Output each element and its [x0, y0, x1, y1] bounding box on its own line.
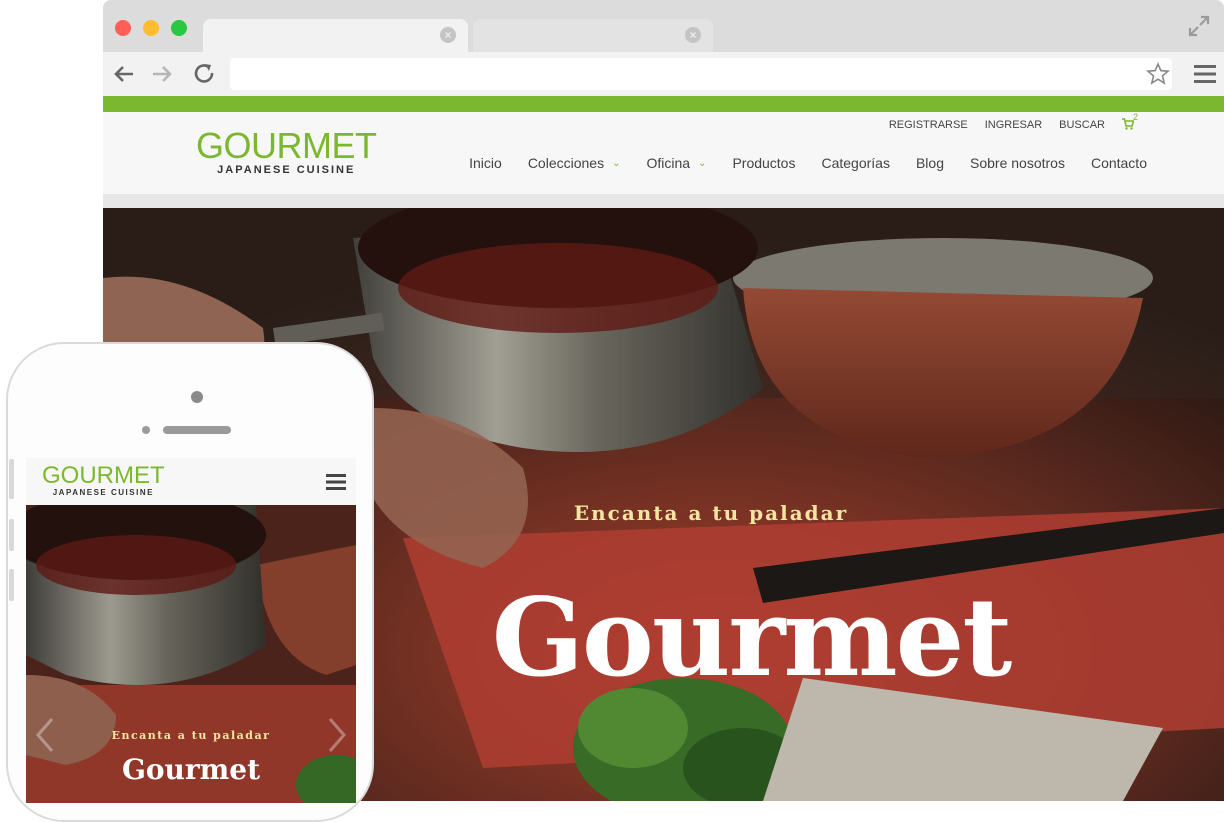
nav-item-blog[interactable]: Blog [916, 155, 944, 171]
phone-screen: GOURMET JAPANESE CUISINE Encanta a tu pa… [26, 458, 356, 803]
register-link[interactable]: REGISTRARSE [889, 119, 968, 131]
logo-text: GOURMET [196, 125, 377, 166]
site-top-accent-bar [103, 96, 1224, 112]
phone-speaker [163, 426, 231, 434]
logo-subtitle: JAPANESE CUISINE [217, 164, 356, 176]
nav-item-label: Contacto [1090, 155, 1147, 171]
close-window-button[interactable] [115, 20, 131, 36]
main-nav: Inicio Colecciones ⌄ Oficina ⌄ Productos C… [469, 155, 1147, 171]
nav-item-label: Colecciones [527, 155, 605, 171]
nav-item-colecciones[interactable]: Colecciones ⌄ [528, 155, 621, 171]
nav-item-categorias[interactable]: Categorías [821, 155, 889, 171]
tab-active[interactable]: × [203, 19, 468, 52]
phone-sensor [142, 426, 150, 434]
forward-arrow-icon[interactable] [149, 61, 175, 87]
browser-toolbar [103, 52, 1224, 96]
phone-side-button [9, 569, 14, 601]
tab-close-button[interactable]: × [685, 27, 701, 43]
browser-menu-icon[interactable] [1192, 62, 1218, 86]
mobile-logo-text: GOURMET [42, 462, 165, 489]
maximize-window-button[interactable] [171, 20, 187, 36]
nav-item-label: Categorías [821, 155, 890, 171]
tab-inactive[interactable]: × [473, 19, 713, 52]
nav-item-oficina[interactable]: Oficina ⌄ [646, 155, 706, 171]
cart-icon[interactable]: 2 [1122, 112, 1138, 132]
mobile-logo-subtitle: JAPANESE CUISINE [52, 488, 154, 497]
phone-side-button [9, 459, 14, 499]
nav-item-inicio[interactable]: Inicio [469, 155, 502, 171]
back-arrow-icon[interactable] [111, 61, 137, 87]
login-link[interactable]: INGRESAR [985, 119, 1042, 131]
address-bar[interactable] [230, 58, 1172, 90]
nav-item-label: Productos [732, 155, 796, 171]
phone-camera [191, 391, 203, 403]
nav-item-contacto[interactable]: Contacto [1091, 155, 1147, 171]
hamburger-icon[interactable] [326, 472, 346, 492]
nav-item-sobre-nosotros[interactable]: Sobre nosotros [970, 155, 1065, 171]
chevron-down-icon: ⌄ [612, 157, 621, 169]
tab-close-button[interactable]: × [440, 27, 456, 43]
phone-mockup: GOURMET JAPANESE CUISINE Encanta a tu pa… [6, 342, 374, 822]
nav-item-label: Inicio [469, 155, 502, 171]
bookmark-star-icon[interactable] [1146, 62, 1170, 86]
phone-side-button [9, 519, 14, 551]
nav-item-productos[interactable]: Productos [732, 155, 795, 171]
mobile-header: GOURMET JAPANESE CUISINE [26, 458, 356, 505]
mobile-logo[interactable]: GOURMET JAPANESE CUISINE [42, 462, 165, 498]
mobile-hero: Encanta a tu paladar Gourmet [26, 505, 356, 803]
mobile-hero-tagline: Encanta a tu paladar [111, 729, 271, 742]
site-header: GOURMET JAPANESE CUISINE REGISTRARSE ING… [103, 112, 1224, 194]
nav-item-label: Sobre nosotros [970, 155, 1065, 171]
minimize-window-button[interactable] [143, 20, 159, 36]
search-link[interactable]: BUSCAR [1059, 119, 1105, 131]
top-links: REGISTRARSE INGRESAR BUSCAR 2 [889, 112, 1138, 132]
chevron-down-icon: ⌄ [698, 157, 707, 169]
mobile-hero-title: Gourmet [121, 753, 261, 786]
nav-item-label: Oficina [646, 155, 691, 171]
cart-count-badge: 2 [1133, 112, 1139, 122]
title-bar: × × [103, 0, 1224, 52]
nav-item-label: Blog [915, 155, 944, 171]
site-logo[interactable]: GOURMET JAPANESE CUISINE [196, 125, 377, 177]
fullscreen-icon[interactable] [1188, 15, 1210, 37]
reload-icon[interactable] [192, 61, 218, 87]
